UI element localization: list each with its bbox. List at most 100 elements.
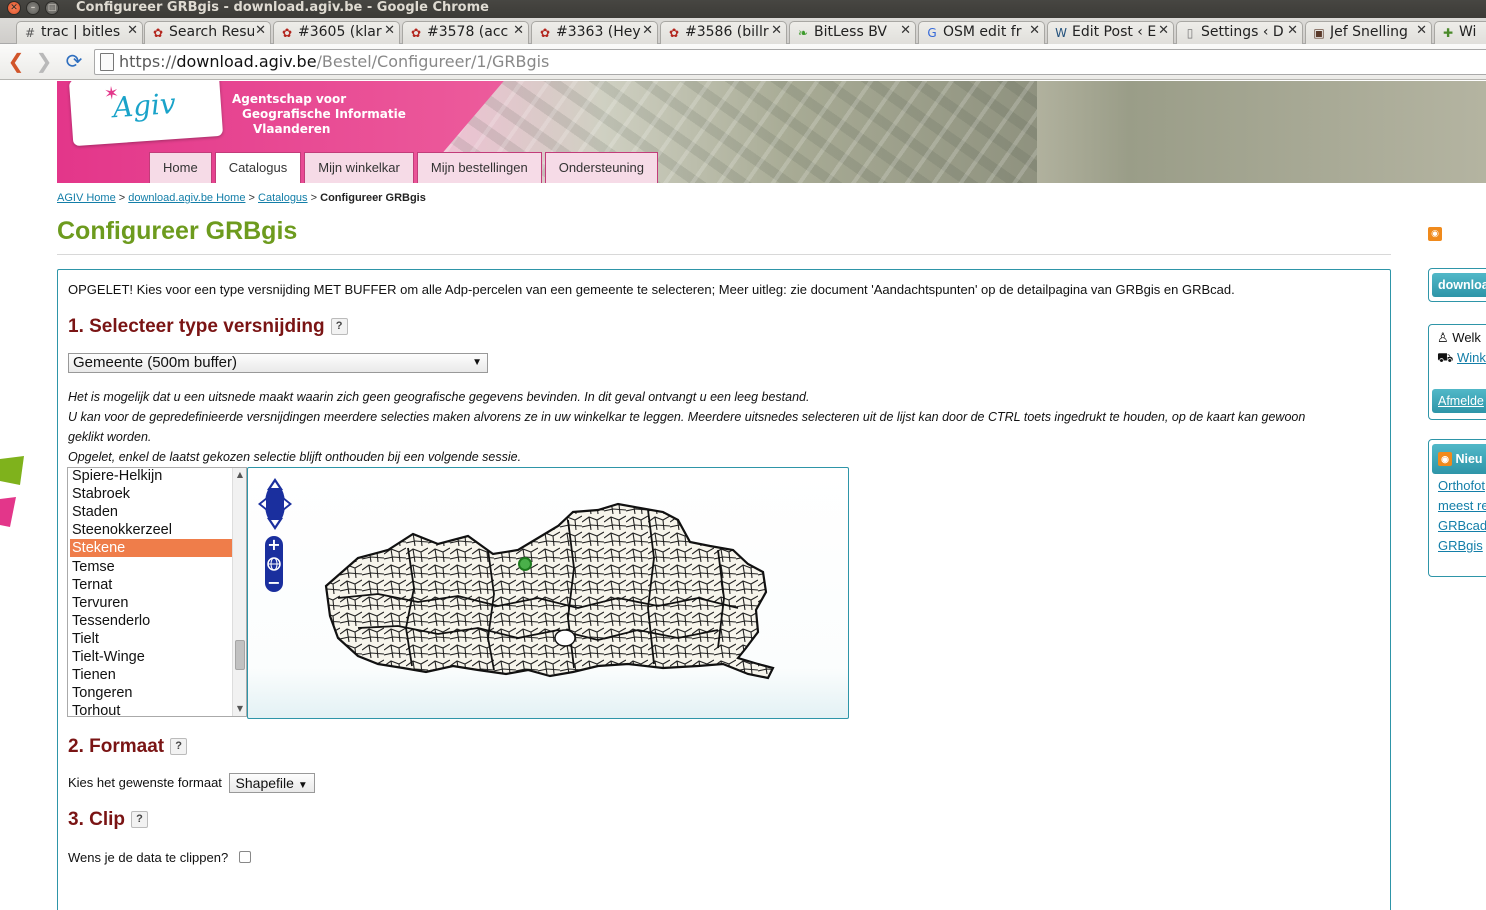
help-icon[interactable]: ?	[131, 811, 149, 828]
listbox-scrollbar[interactable]: ▲ ▼	[232, 468, 246, 716]
title-divider	[57, 254, 1391, 255]
selection-map[interactable]: + −	[247, 467, 849, 719]
browser-tab[interactable]: ✿ #3605 (klar ✕	[273, 21, 400, 44]
search-feed-icon[interactable]: ◉	[1428, 227, 1442, 241]
browser-tab[interactable]: ✿ #3578 (acc ✕	[402, 21, 529, 44]
news-link[interactable]: Orthofot	[1438, 478, 1485, 493]
breadcrumb: AGIV Home > download.agiv.be Home > Cata…	[57, 192, 426, 204]
breadcrumb-catalogus[interactable]: Catalogus	[258, 192, 308, 204]
notice-text: OPGELET! Kies voor een type versnijding …	[68, 282, 1235, 297]
municipality-option[interactable]: Staden	[70, 503, 232, 521]
breadcrumb-download-home[interactable]: download.agiv.be Home	[128, 192, 245, 204]
scroll-thumb[interactable]	[235, 640, 245, 670]
municipality-option[interactable]: Tienen	[70, 666, 232, 684]
municipality-option[interactable]: Temse	[70, 558, 232, 576]
breadcrumb-agiv-home[interactable]: AGIV Home	[57, 192, 116, 204]
cart-link[interactable]: Winke	[1457, 350, 1486, 365]
google-icon: G	[927, 26, 937, 40]
municipality-option[interactable]: Stabroek	[70, 485, 232, 503]
browser-tab[interactable]: ▣ Jef Snelling ✕	[1305, 21, 1432, 44]
nav-tab[interactable]: Ondersteuning	[544, 152, 658, 183]
window-minimize-button[interactable]: –	[26, 1, 40, 15]
tab-title: OSM edit fr	[943, 24, 1022, 40]
browser-tab[interactable]: ✿ #3586 (billr ✕	[660, 21, 787, 44]
svg-text:+: +	[267, 536, 280, 554]
address-bar[interactable]: https://download.agiv.be/Bestel/Configur…	[94, 49, 1486, 75]
tab-close-icon[interactable]: ✕	[642, 23, 653, 38]
municipality-option[interactable]: Steenokkerzeel	[70, 521, 232, 539]
window-close-button[interactable]: ✕	[7, 1, 21, 15]
flanders-municipality-map[interactable]	[318, 498, 788, 688]
format-select[interactable]: Shapefile ▼	[228, 773, 315, 793]
news-link[interactable]: meest re	[1438, 498, 1486, 513]
section-2-heading: 2. Formaat?	[68, 736, 188, 758]
back-arrow-icon[interactable]: ❮	[4, 50, 28, 74]
side-decoration	[0, 456, 24, 527]
browser-tab[interactable]: G OSM edit fr ✕	[918, 21, 1045, 44]
nav-tab[interactable]: Catalogus	[214, 152, 302, 183]
scroll-up-icon[interactable]: ▲	[233, 468, 246, 482]
municipality-option[interactable]: Tielt	[70, 630, 232, 648]
tab-title: Jef Snelling	[1330, 24, 1408, 40]
tab-title: #3586 (billr	[685, 24, 769, 40]
logout-button[interactable]: Afmelde	[1432, 389, 1486, 413]
municipality-option[interactable]: Stekene	[70, 539, 232, 558]
municipality-option[interactable]: Tessenderlo	[70, 612, 232, 630]
browser-tab[interactable]: W Edit Post ‹ E ✕	[1047, 21, 1174, 44]
agiv-logo[interactable]: ✶ Agiv	[68, 81, 224, 147]
tab-close-icon[interactable]: ✕	[1416, 23, 1427, 38]
scroll-down-icon[interactable]: ▼	[233, 702, 246, 716]
help-icon[interactable]: ?	[330, 318, 348, 335]
paw-icon: ✿	[410, 26, 422, 40]
browser-tab[interactable]: ▯ Settings ‹ D ✕	[1176, 21, 1303, 44]
nav-tab[interactable]: Home	[149, 152, 212, 183]
tab-close-icon[interactable]: ✕	[900, 23, 911, 38]
clip-checkbox[interactable]	[238, 851, 251, 863]
municipality-option[interactable]: Tongeren	[70, 684, 232, 702]
cut-type-select[interactable]: Gemeente (500m buffer) ▼	[68, 353, 488, 373]
tab-close-icon[interactable]: ✕	[1158, 23, 1169, 38]
tab-close-icon[interactable]: ✕	[1029, 23, 1040, 38]
site-banner: ✶ Agiv Agentschap voor Geografische Info…	[57, 81, 1486, 183]
municipality-option[interactable]: Tielt-Winge	[70, 648, 232, 666]
window-maximize-button[interactable]: □	[45, 1, 59, 15]
municipality-listbox[interactable]: Torhout Tongeren Tienen Tielt-Winge Tielt Tes…	[67, 467, 247, 717]
browser-toolbar: ❮ ❯ ⟳ https://download.agiv.be/Bestel/Co…	[0, 44, 1486, 80]
browser-tab[interactable]: ❧ BitLess BV ✕	[789, 21, 916, 44]
tab-close-icon[interactable]: ✕	[127, 23, 138, 38]
main-navigation: Home Catalogus Mijn winkelkar Mijn bestelli…	[149, 152, 658, 183]
download-button[interactable]: downloa	[1432, 273, 1486, 297]
nav-tab[interactable]: Mijn winkelkar	[304, 152, 414, 183]
account-widget: ♙ Welk ⛟ Winke Afmelde	[1428, 324, 1486, 420]
breadcrumb-current: Configureer GRBgis	[320, 192, 426, 204]
user-icon: ♙	[1437, 330, 1449, 345]
trac-icon: #	[24, 26, 36, 40]
browser-tab[interactable]: # trac | bitles ✕	[16, 21, 143, 44]
municipality-option[interactable]: Tervuren	[70, 594, 232, 612]
tab-close-icon[interactable]: ✕	[513, 23, 524, 38]
cart-icon: ⛟	[1437, 350, 1454, 365]
pan-control-icon[interactable]	[256, 476, 294, 532]
municipality-option[interactable]: Ternat	[70, 576, 232, 594]
news-link[interactable]: GRBcad	[1438, 518, 1486, 533]
svg-text:−: −	[267, 573, 280, 592]
tab-close-icon[interactable]: ✕	[255, 23, 266, 38]
municipality-option[interactable]: Torhout	[70, 702, 232, 716]
municipality-option[interactable]: Spiere-Helkijn	[70, 468, 232, 485]
tab-close-icon[interactable]: ✕	[384, 23, 395, 38]
help-icon[interactable]: ?	[170, 738, 188, 755]
zoom-control-icon[interactable]: + −	[264, 536, 284, 592]
rss-icon[interactable]: ◉	[1438, 452, 1452, 466]
tab-title: #3605 (klar	[298, 24, 382, 40]
browser-tab[interactable]: ✿ Search Resu ✕	[144, 21, 271, 44]
puzzle-icon: ✚	[1442, 26, 1454, 40]
tab-close-icon[interactable]: ✕	[1287, 23, 1298, 38]
browser-tab[interactable]: ✚ Wik	[1434, 21, 1486, 44]
paw-icon: ✿	[668, 26, 680, 40]
reload-icon[interactable]: ⟳	[62, 50, 86, 74]
forward-arrow-icon[interactable]: ❯	[32, 50, 56, 74]
browser-tab[interactable]: ✿ #3363 (Hey ✕	[531, 21, 658, 44]
news-link[interactable]: GRBgis	[1438, 538, 1483, 553]
nav-tab[interactable]: Mijn bestellingen	[416, 152, 542, 183]
tab-close-icon[interactable]: ✕	[771, 23, 782, 38]
